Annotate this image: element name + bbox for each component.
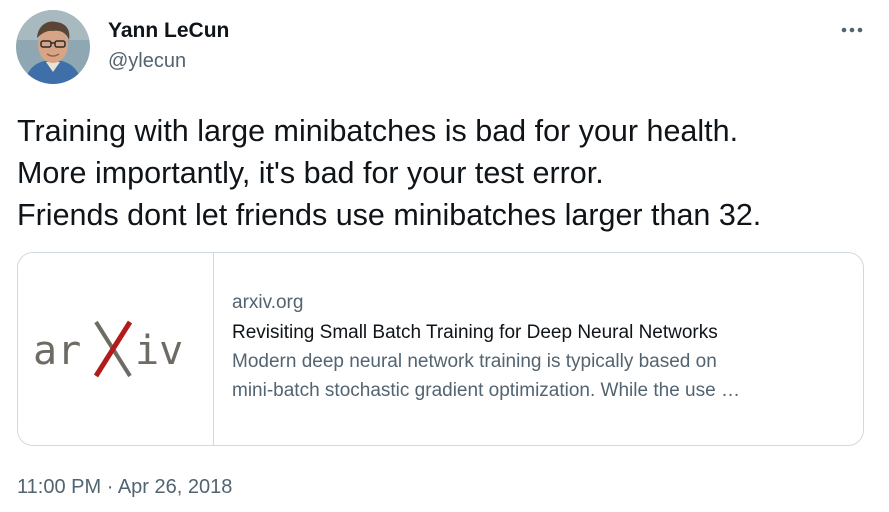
arxiv-logo: ar iv — [33, 320, 183, 378]
tweet-text-line: Training with large minibatches is bad f… — [17, 114, 739, 148]
more-options-button[interactable] — [836, 18, 868, 42]
card-domain: arxiv.org — [232, 292, 304, 313]
tweet-text-line: More importantly, it's bad for your test… — [17, 156, 604, 190]
avatar-image — [16, 10, 90, 84]
tweet-date[interactable]: Apr 26, 2018 — [118, 476, 233, 498]
card-body: arxiv.org Revisiting Small Batch Trainin… — [232, 291, 852, 405]
link-card[interactable]: ar iv arxiv.org Revisiting Small Batch T… — [17, 252, 864, 446]
avatar[interactable] — [16, 10, 90, 84]
svg-text:ar: ar — [33, 328, 81, 374]
tweet-text: Training with large minibatches is bad f… — [17, 110, 877, 236]
card-description: Modern deep neural network training is t… — [232, 347, 852, 405]
card-title: Revisiting Small Batch Training for Deep… — [232, 322, 718, 343]
svg-text:iv: iv — [135, 328, 183, 374]
card-description-line: Modern deep neural network training is t… — [232, 351, 717, 372]
tweet-time[interactable]: 11:00 PM — [17, 476, 101, 498]
more-horizontal-icon — [841, 27, 863, 33]
card-description-line: mini-batch stochastic gradient optimizat… — [232, 380, 740, 401]
card-thumbnail: ar iv — [18, 253, 214, 445]
tweet-timestamp: 11:00 PM · Apr 26, 2018 — [17, 476, 232, 499]
author-handle[interactable]: @ylecun — [108, 50, 186, 73]
timestamp-separator: · — [106, 476, 114, 498]
tweet-text-line: Friends dont let friends use minibatches… — [17, 198, 762, 232]
author-name[interactable]: Yann LeCun — [108, 19, 229, 43]
